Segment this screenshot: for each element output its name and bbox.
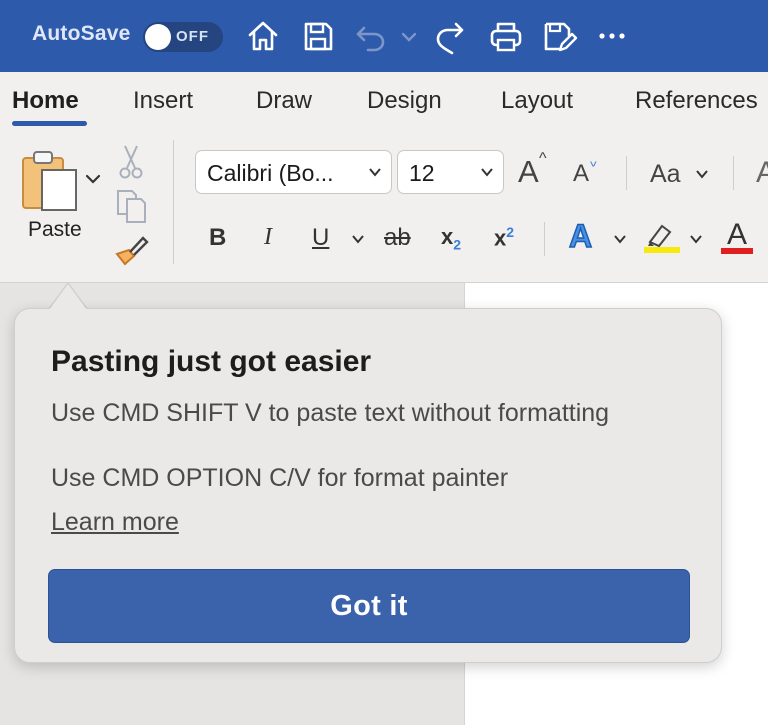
paste-icon[interactable] bbox=[20, 148, 82, 212]
tab-home[interactable]: Home bbox=[12, 87, 79, 115]
italic-button[interactable]: I bbox=[264, 224, 272, 251]
got-it-button[interactable]: Got it bbox=[48, 569, 690, 643]
toggle-state: OFF bbox=[176, 28, 209, 45]
highlight-dropdown-icon[interactable] bbox=[688, 231, 704, 247]
chevron-down-icon bbox=[481, 168, 493, 177]
shrink-font-button[interactable]: A bbox=[573, 160, 589, 188]
strikethrough-button[interactable]: ab bbox=[384, 224, 411, 252]
ribbon-divider bbox=[544, 222, 545, 256]
font-color-swatch bbox=[721, 248, 753, 254]
font-size-value: 12 bbox=[409, 160, 435, 186]
format-painter-icon[interactable] bbox=[114, 232, 150, 266]
save-icon[interactable] bbox=[299, 16, 337, 56]
superscript-button[interactable]: x2 bbox=[494, 224, 514, 251]
popover-title: Pasting just got easier bbox=[51, 345, 372, 378]
text-effects-dropdown-icon[interactable] bbox=[612, 231, 628, 247]
grow-font-caret-icon: ^ bbox=[539, 150, 547, 167]
subscript-button[interactable]: x2 bbox=[441, 224, 461, 252]
ribbon-tabs: Home Insert Draw Design Layout Reference… bbox=[0, 72, 768, 134]
tab-draw[interactable]: Draw bbox=[256, 87, 312, 115]
popover-line-2: Use CMD OPTION C/V for format painter bbox=[51, 464, 509, 492]
clear-formatting-icon[interactable]: A bbox=[756, 156, 768, 190]
copy-icon[interactable] bbox=[114, 188, 150, 224]
grow-font-button[interactable]: A bbox=[518, 154, 539, 190]
tip-popover: Pasting just got easier Use CMD SHIFT V … bbox=[14, 308, 722, 663]
font-name-select[interactable]: Calibri (Bo... bbox=[195, 150, 392, 194]
popover-line-1: Use CMD SHIFT V to paste text without fo… bbox=[51, 399, 610, 427]
undo-icon[interactable] bbox=[352, 16, 390, 56]
underline-button[interactable]: U bbox=[312, 224, 329, 252]
bold-button[interactable]: B bbox=[209, 224, 226, 252]
font-color-button[interactable]: A bbox=[727, 218, 747, 252]
autosave-toggle[interactable]: OFF bbox=[143, 22, 223, 52]
chevron-down-icon bbox=[369, 168, 381, 177]
redo-icon[interactable] bbox=[430, 16, 468, 56]
font-size-select[interactable]: 12 bbox=[397, 150, 504, 194]
change-case-button[interactable]: Aa bbox=[650, 160, 681, 189]
save-as-icon[interactable] bbox=[540, 16, 578, 56]
superscript-letter: x bbox=[494, 225, 507, 251]
font-name-value: Calibri (Bo... bbox=[207, 160, 334, 186]
active-tab-indicator bbox=[12, 121, 87, 126]
undo-dropdown-icon[interactable] bbox=[398, 16, 420, 56]
underline-dropdown-icon[interactable] bbox=[350, 231, 366, 247]
superscript-mark: 2 bbox=[506, 224, 515, 240]
tab-design[interactable]: Design bbox=[367, 87, 442, 115]
ribbon-toolbar: Paste Calibri (Bo... 12 A ^ A ^ Aa A B I… bbox=[0, 134, 768, 283]
subscript-letter: x bbox=[441, 224, 454, 249]
change-case-dropdown-icon[interactable] bbox=[694, 166, 710, 182]
learn-more-link[interactable]: Learn more bbox=[51, 508, 179, 537]
paste-dropdown-icon[interactable] bbox=[84, 170, 102, 188]
popover-pointer-fill bbox=[49, 284, 87, 310]
autosave-label: AutoSave bbox=[32, 22, 131, 45]
ribbon-divider bbox=[733, 156, 734, 190]
more-icon[interactable] bbox=[593, 16, 631, 56]
tab-references[interactable]: References bbox=[635, 87, 758, 115]
tab-insert[interactable]: Insert bbox=[133, 87, 193, 115]
tab-layout[interactable]: Layout bbox=[501, 87, 573, 115]
highlight-icon[interactable] bbox=[644, 218, 680, 254]
cut-icon[interactable] bbox=[118, 144, 144, 180]
ribbon-divider bbox=[626, 156, 627, 190]
title-bar: AutoSave OFF bbox=[0, 0, 768, 72]
toggle-knob bbox=[145, 24, 171, 50]
ribbon-divider bbox=[173, 140, 174, 264]
home-icon[interactable] bbox=[244, 16, 282, 56]
paste-label[interactable]: Paste bbox=[28, 218, 82, 242]
shrink-font-caret-icon: ^ bbox=[590, 154, 597, 170]
text-effects-button[interactable]: A bbox=[568, 217, 593, 255]
subscript-mark: 2 bbox=[453, 236, 462, 253]
print-icon[interactable] bbox=[487, 16, 525, 56]
